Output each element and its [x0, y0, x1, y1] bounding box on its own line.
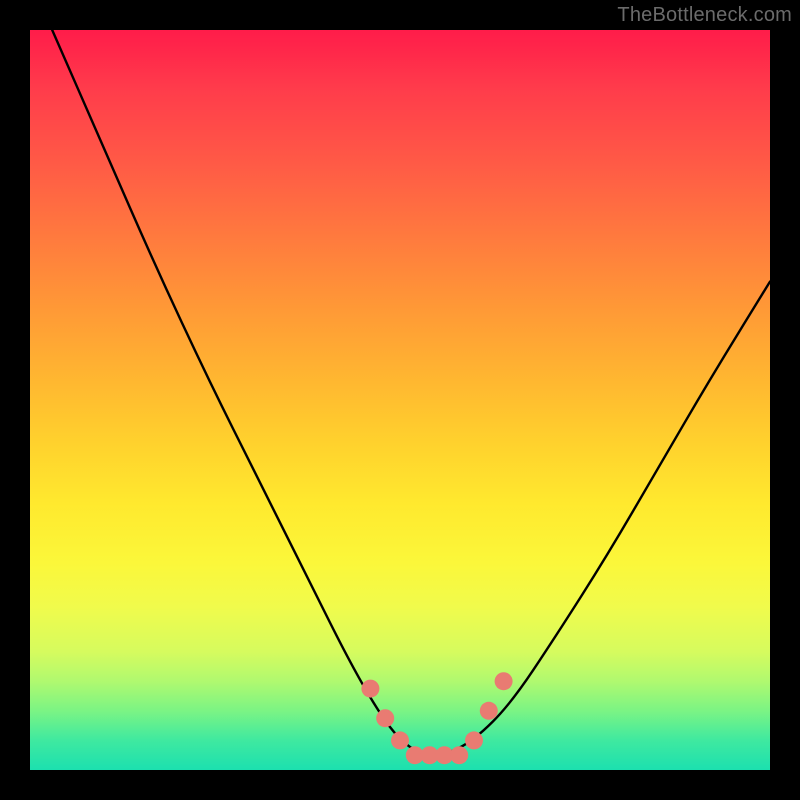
right-marker-1 [465, 731, 483, 749]
plot-area [30, 30, 770, 770]
left-marker-2 [376, 709, 394, 727]
watermark-text: TheBottleneck.com [617, 4, 792, 27]
left-marker-3 [391, 731, 409, 749]
right-marker-3 [495, 672, 513, 690]
markers-group [361, 672, 512, 764]
left-marker-1 [361, 680, 379, 698]
bottleneck-curve [52, 30, 770, 755]
floor-marker-4 [450, 746, 468, 764]
right-marker-2 [480, 702, 498, 720]
curve-svg [30, 30, 770, 770]
chart-frame: TheBottleneck.com [0, 0, 800, 800]
